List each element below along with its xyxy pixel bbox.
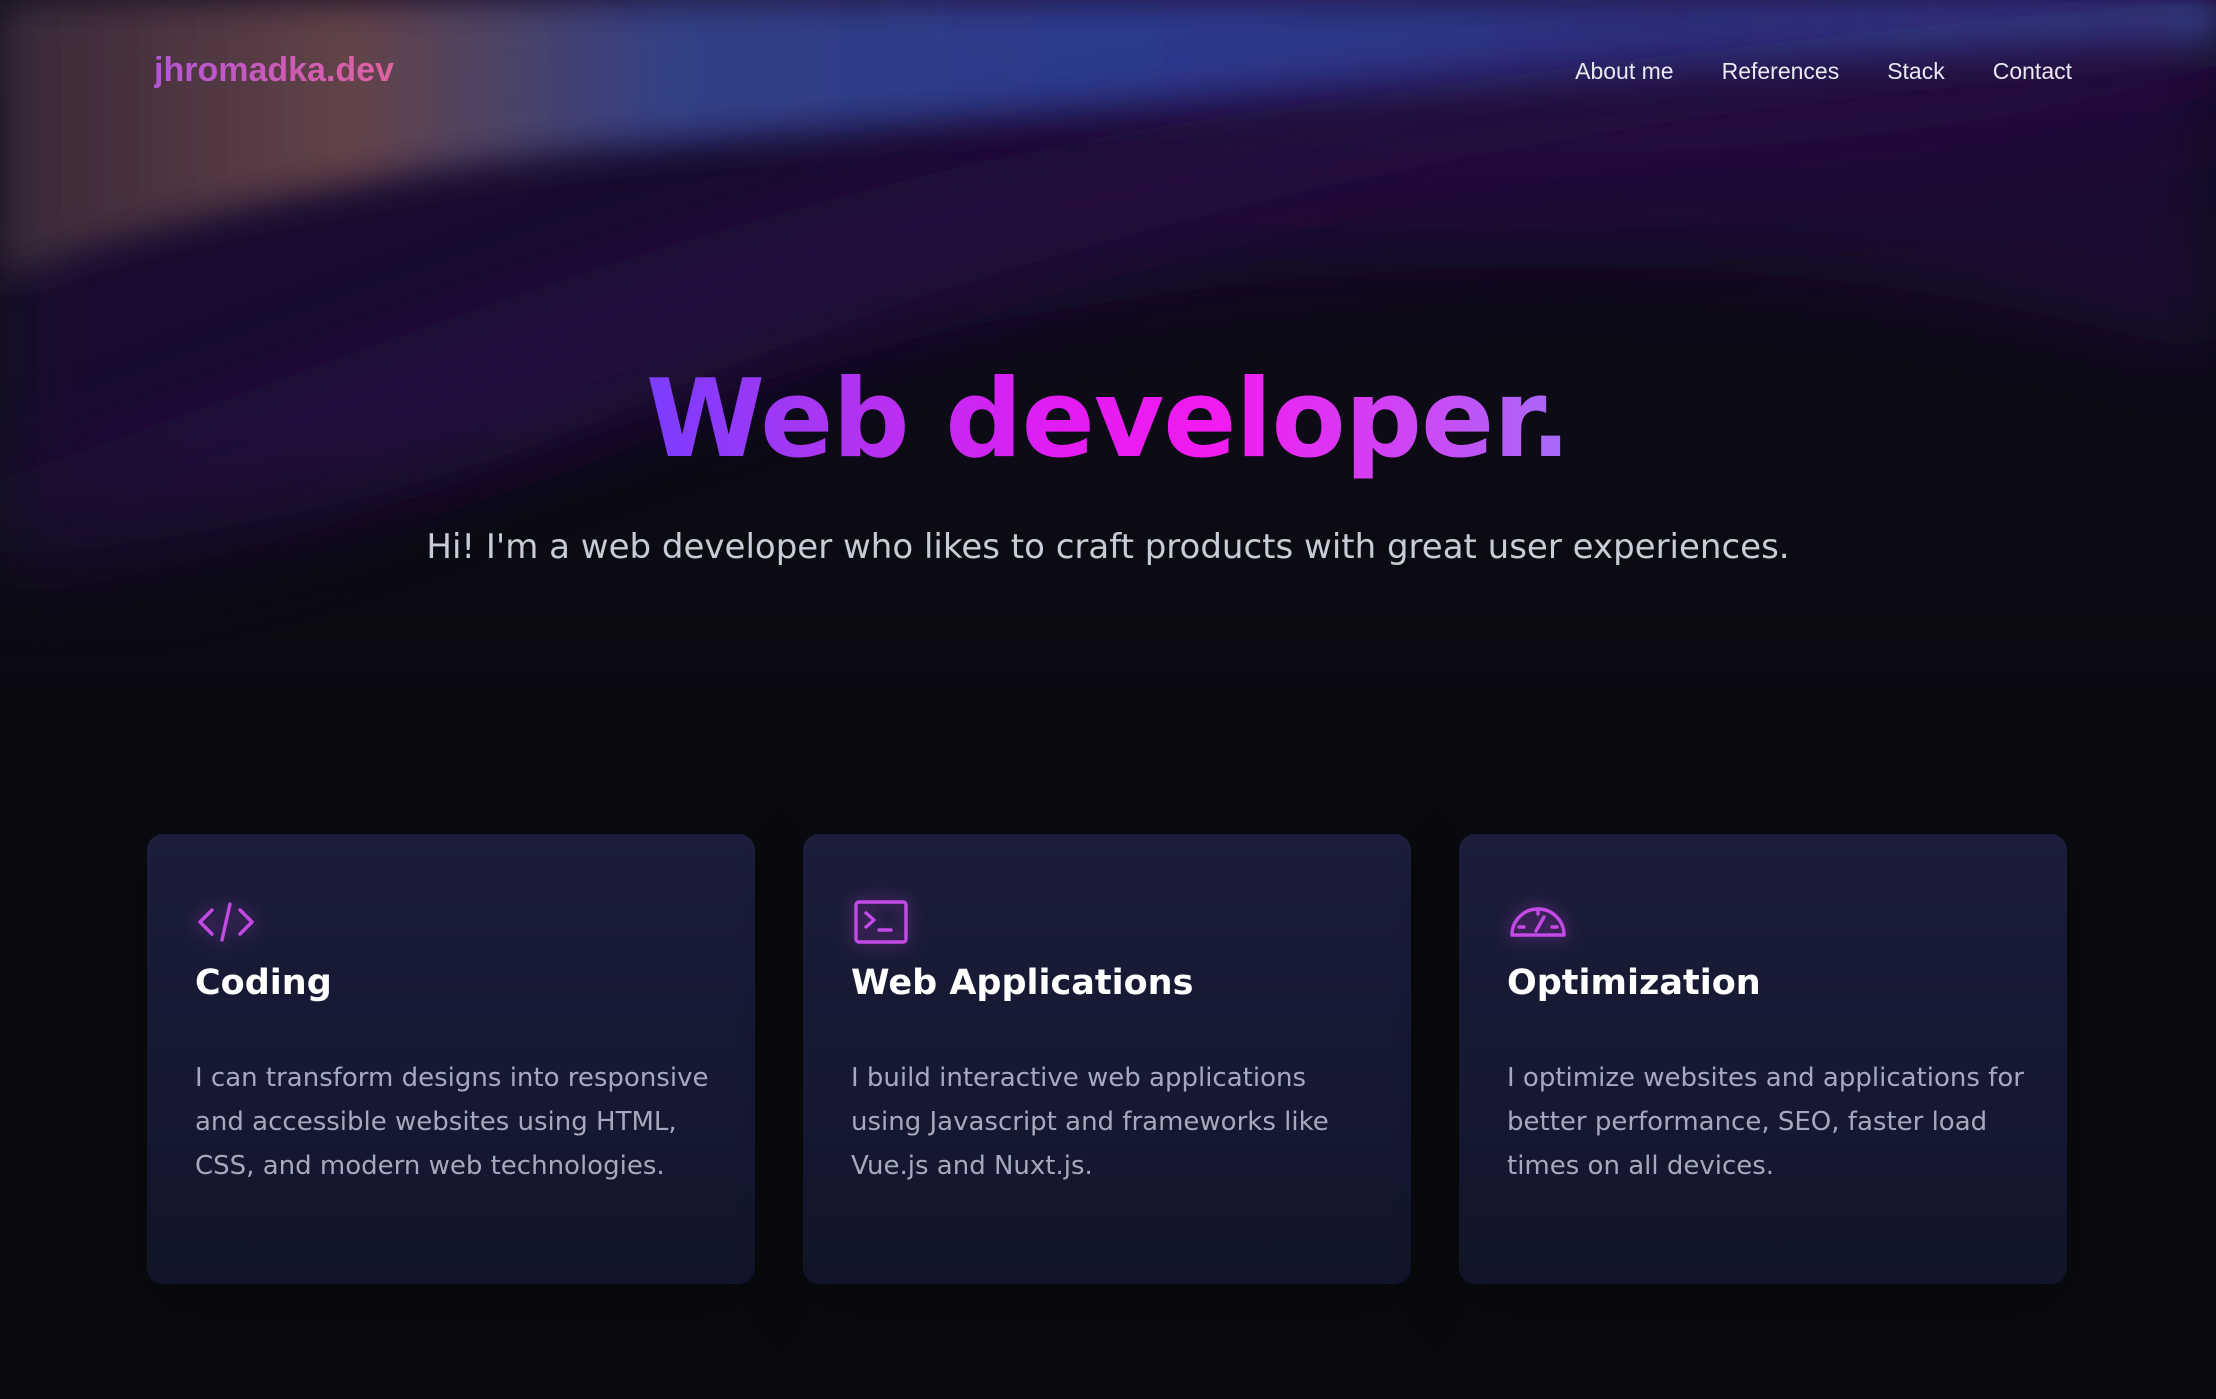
nav-link-about[interactable]: About me — [1575, 56, 1673, 86]
service-card-text: I optimize websites and applications for… — [1507, 1063, 2024, 1181]
service-card-title: Coding — [195, 963, 332, 1003]
site-header: jhromadka.dev About me References Stack … — [0, 0, 2216, 145]
main-nav: About me References Stack Contact — [1575, 56, 2072, 86]
terminal-icon — [851, 891, 913, 953]
nav-link-references[interactable]: References — [1722, 56, 1840, 86]
code-icon — [195, 891, 257, 953]
nav-link-contact[interactable]: Contact — [1993, 56, 2072, 86]
nav-link-stack[interactable]: Stack — [1887, 56, 1945, 86]
service-card-text: I build interactive web applications usi… — [851, 1063, 1329, 1181]
service-card-optimization: Optimization I optimize websites and app… — [1459, 834, 2067, 1284]
service-card-coding: Coding I can transform designs into resp… — [147, 834, 755, 1284]
hero-title: Web developer. — [0, 355, 2216, 485]
services-section: Coding I can transform designs into resp… — [147, 834, 2067, 1284]
page: jhromadka.dev About me References Stack … — [0, 0, 2216, 1399]
hero-title-text: Web developer. — [645, 357, 1571, 482]
hero-subtitle: Hi! I'm a web developer who likes to cra… — [426, 527, 1790, 567]
service-card-text: I can transform designs into responsive … — [195, 1063, 709, 1181]
brand-logo-link[interactable]: jhromadka.dev — [154, 50, 394, 90]
service-card-web-applications: Web Applications I build interactive web… — [803, 834, 1411, 1284]
service-card-title: Web Applications — [851, 963, 1194, 1003]
gauge-icon — [1507, 891, 1569, 953]
service-card-title: Optimization — [1507, 963, 1761, 1003]
